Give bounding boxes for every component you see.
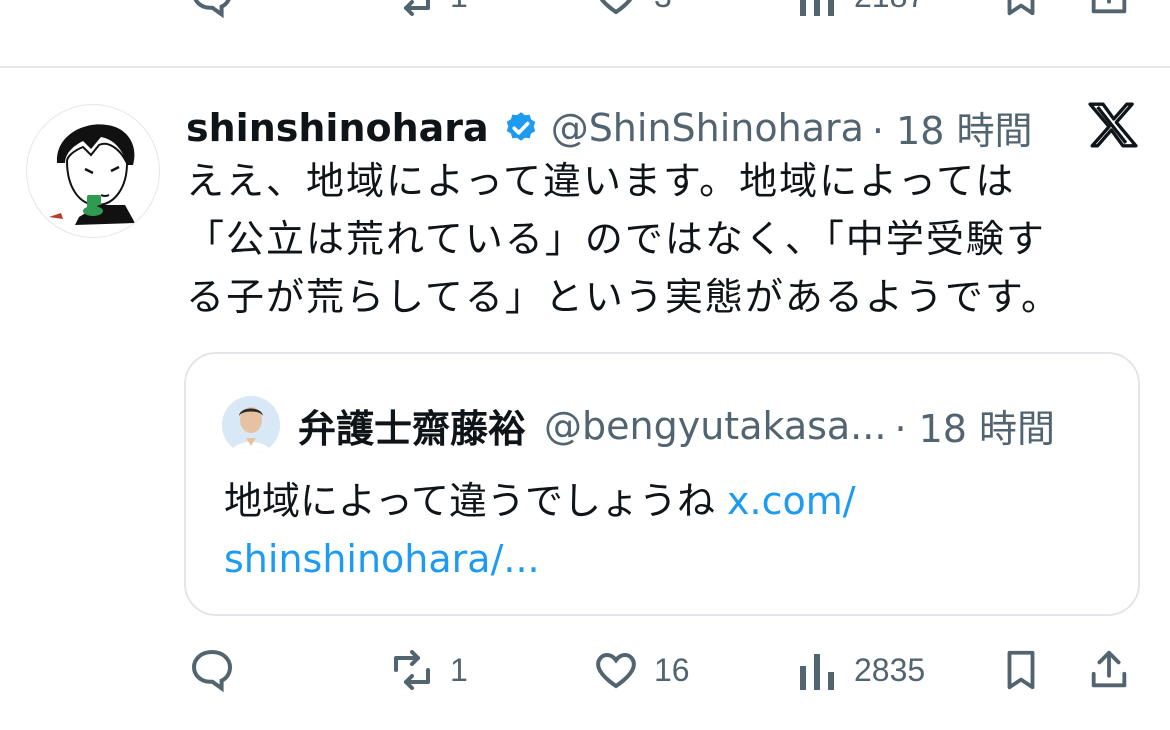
quoted-tweet-header: 弁護士齋藤裕 @bengyutakasa... · 18 時間 [298,398,1055,453]
views-count: 2187 [854,0,925,15]
quoted-author-avatar [222,396,280,454]
author-handle[interactable]: @ShinShinohara [551,106,864,150]
like-count: 3 [654,0,672,15]
tweet-timestamp[interactable]: · 18 時間 [872,100,1033,155]
quoted-tweet-timestamp: · 18 時間 [894,407,1056,451]
reply-icon[interactable] [188,0,236,20]
heart-icon [592,646,640,694]
quoted-text: 地域によって違うでしょうね [224,479,728,523]
tweet-header: shinshinohara @ShinShinohara · 18 時間 [186,100,1033,155]
heart-icon [592,0,640,20]
share-icon[interactable] [1086,646,1132,694]
author-name[interactable]: shinshinohara [186,106,489,150]
views-icon [796,0,840,20]
retweet-count: 1 [450,0,468,15]
like-count: 16 [654,651,690,688]
quoted-link-continued[interactable]: shinshinohara/... [224,537,540,581]
tweet-divider [0,66,1170,68]
views-button[interactable]: 2187 [796,0,925,20]
retweet-button[interactable]: 1 [388,0,468,20]
quoted-tweet-text: 地域によって違うでしょうね x.com/ shinshinohara/... [224,472,1104,588]
views-button[interactable]: 2835 [796,646,925,694]
retweet-count: 1 [450,651,468,688]
previous-tweet-actions: 1 3 2187 [0,0,1170,26]
like-button[interactable]: 3 [592,0,672,20]
tweet-text-line: ええ、地域によって違います。地域によっては [186,159,1016,203]
tweet-text: ええ、地域によって違います。地域によっては 「公立は荒れている」のではなく、「中… [186,152,1126,326]
bookmark-icon[interactable] [998,646,1044,694]
views-icon [796,646,840,694]
tweet-text-line: 「公立は荒れている」のではなく、「中学受験す [186,217,1046,261]
views-count: 2835 [854,651,926,688]
tweet-text-line: る子が荒らしてる」という実態があるようです。 [186,275,1062,319]
tweet-actions: 1 16 2835 [0,646,1170,696]
reply-icon[interactable] [188,646,236,694]
quoted-author-handle: @bengyutakasa... [544,403,887,448]
author-avatar[interactable] [26,104,160,238]
quoted-author-name: 弁護士齋藤裕 [298,407,527,451]
like-button[interactable]: 16 [592,646,690,694]
bookmark-icon[interactable] [998,0,1044,20]
retweet-icon [388,0,436,20]
verified-badge-icon [503,110,539,146]
share-icon[interactable] [1086,0,1132,20]
retweet-button[interactable]: 1 [388,646,468,694]
x-logo-icon [1088,102,1138,148]
retweet-icon [388,646,436,694]
quoted-link[interactable]: x.com/ [727,479,856,523]
